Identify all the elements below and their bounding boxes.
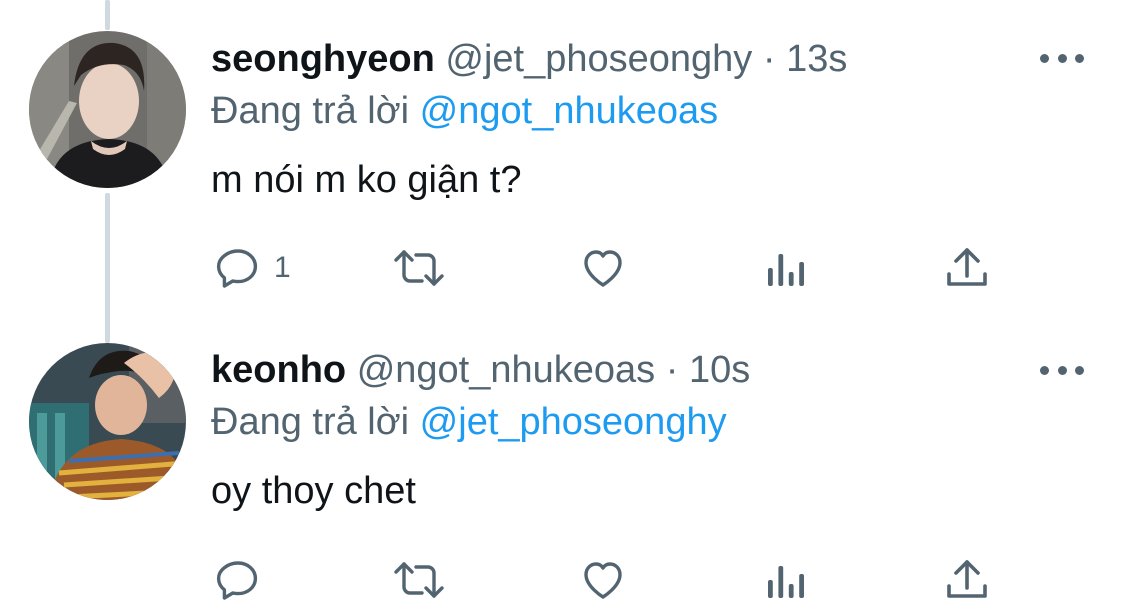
action-bar: 1 [0, 243, 1125, 293]
retweet-icon [394, 250, 444, 286]
tweet-text: m nói m ko giận t? [211, 159, 522, 201]
reply-mention-link[interactable]: @ngot_nhukeoas [420, 90, 718, 132]
analytics-icon [768, 566, 804, 598]
share-icon [947, 248, 987, 286]
action-bar [0, 555, 1125, 605]
tweet-header: keonho @ngot_nhukeoas · 10s [211, 347, 750, 393]
share-button[interactable] [944, 243, 990, 293]
heart-icon [584, 562, 622, 599]
reply-icon [216, 249, 258, 288]
timestamp[interactable]: 13s [786, 38, 847, 80]
tweet-text: oy thoy chet [211, 470, 416, 512]
heart-icon [584, 250, 622, 287]
tweet-header: seonghyeon @jet_phoseonghy · 13s [211, 36, 847, 82]
replying-to: Đang trả lời @ngot_nhukeoas [211, 88, 718, 134]
analytics-button[interactable] [764, 243, 808, 293]
analytics-icon [768, 254, 804, 286]
tweet-seonghyeon[interactable]: seonghyeon @jet_phoseonghy · 13s Đang tr… [0, 0, 1125, 320]
reply-button[interactable] [214, 555, 274, 605]
share-button[interactable] [944, 555, 990, 605]
reply-prefix: Đang trả lời [211, 401, 410, 443]
replying-to: Đang trả lời @jet_phoseonghy [211, 399, 727, 445]
retweet-button[interactable] [390, 243, 448, 293]
separator-dot: · [762, 38, 776, 80]
more-options-button[interactable] [1040, 48, 1084, 68]
timestamp[interactable]: 10s [689, 349, 750, 391]
reply-mention-link[interactable]: @jet_phoseonghy [420, 401, 727, 443]
tweet-keonho[interactable]: keonho @ngot_nhukeoas · 10s Đang trả lời… [0, 320, 1125, 611]
share-icon [947, 560, 987, 598]
display-name[interactable]: keonho [211, 349, 346, 391]
reply-count: 1 [274, 251, 291, 284]
retweet-button[interactable] [390, 555, 448, 605]
more-options-button[interactable] [1040, 360, 1084, 380]
user-handle[interactable]: @ngot_nhukeoas [357, 349, 655, 391]
like-button[interactable] [579, 243, 627, 293]
reply-icon [216, 561, 258, 600]
reply-button[interactable]: 1 [214, 243, 291, 293]
user-handle[interactable]: @jet_phoseonghy [445, 38, 752, 80]
more-icon [1040, 365, 1049, 375]
reply-prefix: Đang trả lời [211, 90, 410, 132]
separator-dot: · [665, 349, 679, 391]
avatar[interactable] [29, 343, 186, 500]
display-name[interactable]: seonghyeon [211, 38, 435, 80]
avatar[interactable] [29, 31, 186, 188]
like-button[interactable] [579, 555, 627, 605]
analytics-button[interactable] [764, 555, 808, 605]
retweet-icon [394, 562, 444, 598]
more-icon [1040, 53, 1049, 63]
